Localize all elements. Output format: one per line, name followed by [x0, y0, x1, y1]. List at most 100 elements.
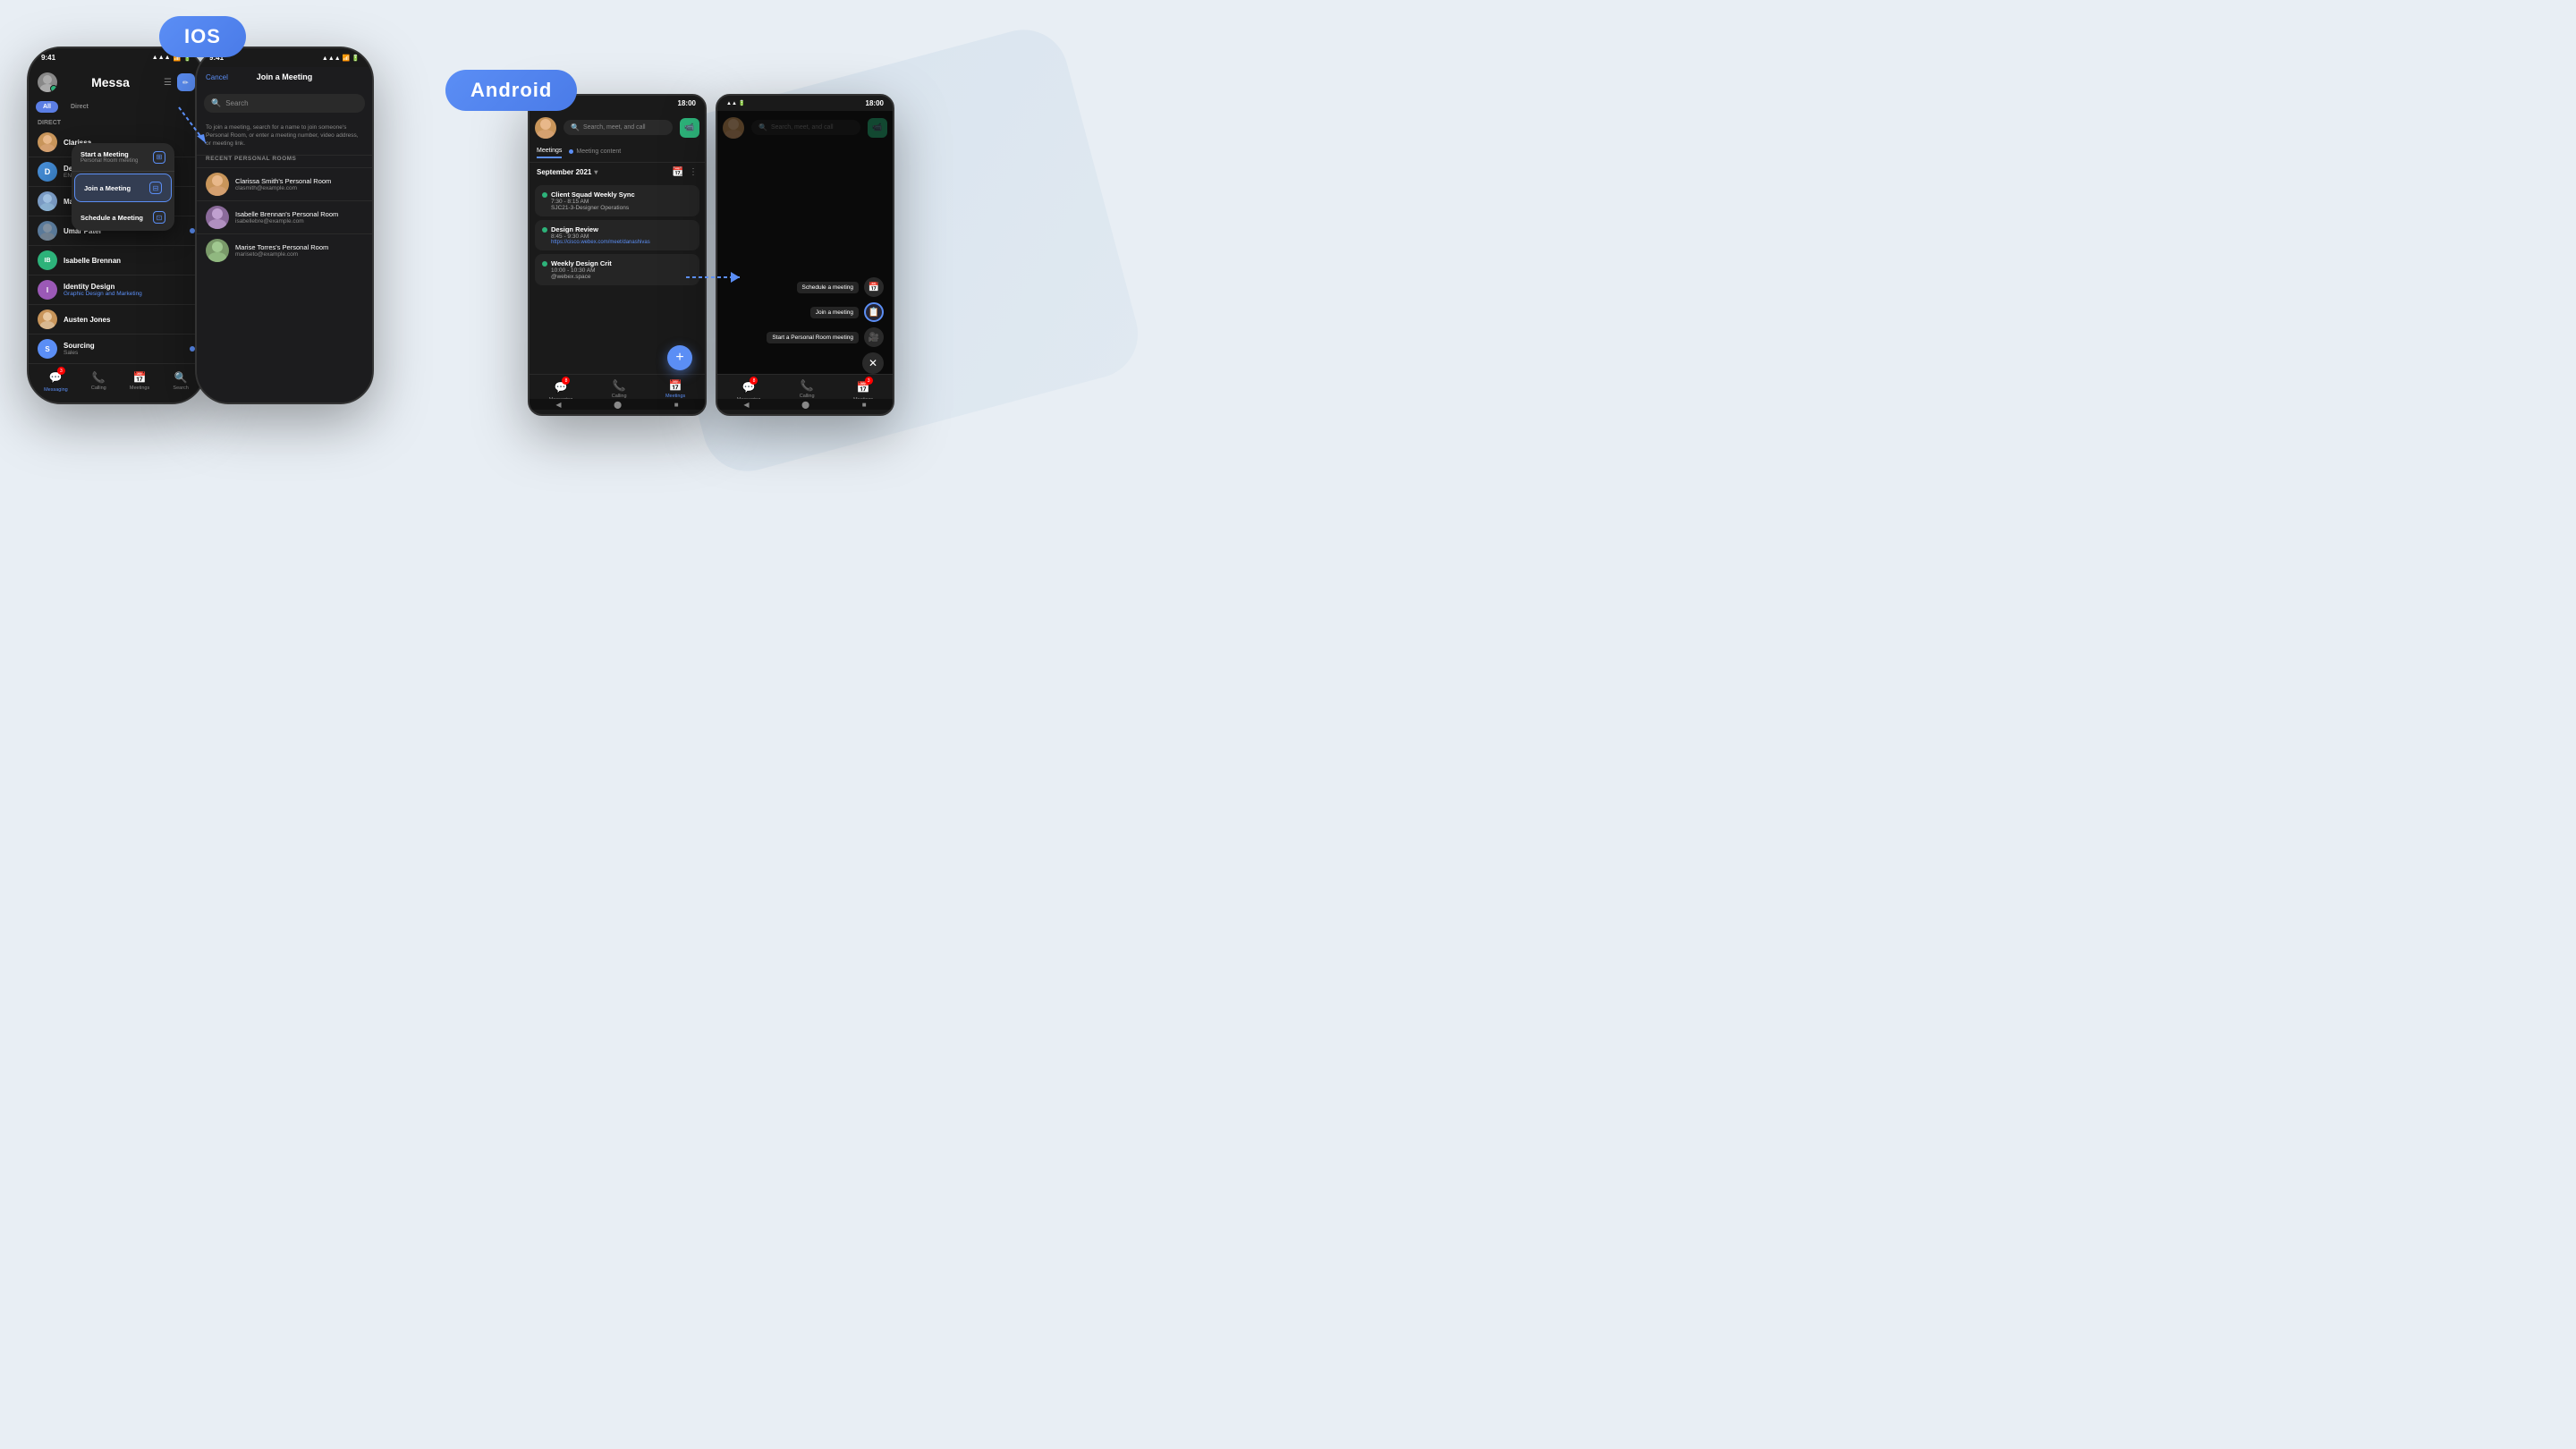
android-header-1: 🔍 Search, meet, and call 📹: [530, 111, 705, 144]
recent-info-clarissa: Clarissa Smith's Personal Room clasmith@…: [235, 177, 331, 191]
conv-avatar-umar: [38, 221, 57, 241]
ios-phone-2: 9:41 ▲▲▲ 📶 🔋 Cancel Join a Meeting 🔍 Sea…: [195, 47, 374, 404]
meeting-title-2: Design Review: [542, 225, 692, 233]
meeting-sub-1: SJC21-3-Designer Operations: [551, 205, 692, 211]
conv-avatar-devel: D: [38, 162, 57, 182]
home-button-1[interactable]: ⬤: [614, 401, 622, 409]
android-messaging-icon-wrap: 💬 8: [555, 379, 568, 395]
android-messaging-badge-2: 8: [750, 377, 758, 385]
meeting-time-3: 10:00 - 10:30 AM: [551, 267, 692, 274]
more-icon[interactable]: ⋮: [689, 167, 698, 177]
android-meetings-badge-2: 3: [865, 377, 873, 385]
nav-meetings-1[interactable]: 📅 Meetings: [130, 371, 149, 391]
ios-badge: IOS: [159, 16, 246, 57]
month-icons: 📆 ⋮: [673, 167, 698, 177]
header-icons: ☰ ✏: [164, 73, 195, 91]
messaging-header: Messa ☰ ✏: [29, 67, 204, 97]
meeting-time-2: 8:45 - 9:30 AM: [551, 233, 692, 240]
fab-close-button[interactable]: ✕: [862, 352, 884, 374]
conv-info-austen: Austen Jones: [64, 316, 195, 324]
user-avatar[interactable]: [38, 72, 57, 92]
android-meetings-icon-1: 📅: [669, 379, 682, 392]
schedule-meeting-item[interactable]: Schedule a Meeting ⊡: [72, 204, 174, 231]
nav-messaging-icon-wrap: 💬 3: [49, 369, 63, 386]
tab-meetings[interactable]: Meetings: [537, 148, 562, 158]
start-room-action-label: Start a Personal Room meeting: [767, 332, 859, 343]
join-meeting-action[interactable]: Join a meeting 📋: [767, 302, 884, 322]
conv-info-sourcing: Sourcing Sales: [64, 342, 195, 356]
month-text: September 2021: [537, 168, 591, 176]
filter-direct[interactable]: Direct: [64, 101, 96, 113]
chevron-down-icon[interactable]: ▾: [594, 168, 597, 176]
video-button-android-1[interactable]: 📹: [680, 118, 699, 138]
recent-marise[interactable]: Marise Torres's Personal Room mariseto@e…: [197, 233, 372, 267]
android-meetings-icon-wrap-2: 📅 3: [857, 379, 870, 395]
compose-icon[interactable]: ✏: [177, 73, 195, 91]
join-meeting-item[interactable]: Join a Meeting ⊟: [74, 174, 172, 202]
meeting-card-1[interactable]: Client Squad Weekly Sync 7:30 - 8:15 AM …: [535, 185, 699, 216]
menu-icon[interactable]: ☰: [164, 78, 172, 88]
nav-messaging-1[interactable]: 💬 3 Messaging: [44, 369, 68, 393]
conv-avatar-austen: [38, 309, 57, 329]
month-header: September 2021 ▾ 📆 ⋮: [530, 163, 705, 182]
start-meeting-icon: ⊞: [153, 151, 165, 164]
messaging-title: Messa: [91, 75, 130, 89]
messaging-badge: 3: [57, 367, 65, 375]
recent-clarissa[interactable]: Clarissa Smith's Personal Room clasmith@…: [197, 167, 372, 200]
schedule-action-label: Schedule a meeting: [797, 282, 859, 293]
start-meeting-item[interactable]: Start a Meeting Personal Room meeting ⊞: [72, 143, 174, 172]
join-search-bar[interactable]: 🔍 Search: [204, 94, 365, 113]
conv-sourcing[interactable]: S Sourcing Sales: [29, 335, 204, 364]
schedule-meeting-icon: ⊡: [153, 211, 165, 224]
join-meeting-title: Join a Meeting: [257, 72, 313, 81]
meeting-name-3: Weekly Design Crit: [551, 259, 612, 267]
conv-avatar-identity: I: [38, 280, 57, 300]
action-dropdown: Start a Meeting Personal Room meeting ⊞ …: [72, 143, 174, 231]
recents-button-1[interactable]: ■: [674, 401, 679, 409]
calendar-icon[interactable]: 📆: [673, 167, 683, 177]
nav-calling-1[interactable]: 📞 Calling: [91, 371, 106, 391]
meeting-card-2[interactable]: Design Review 8:45 - 9:30 AM https://cis…: [535, 220, 699, 250]
status-bar-android-2: ▲▲ 🔋 18:00: [717, 96, 893, 111]
join-action-btn[interactable]: 📋: [864, 302, 884, 322]
join-header: Cancel Join a Meeting: [197, 67, 372, 87]
join-meeting-label: Join a Meeting: [84, 184, 131, 192]
conv-sub-identity: Graphic Design and Marketing: [64, 291, 195, 297]
back-button-2[interactable]: ◀: [743, 401, 749, 409]
recents-button-2[interactable]: ■: [862, 401, 867, 409]
recent-name-marise: Marise Torres's Personal Room: [235, 243, 328, 251]
conv-isabelle[interactable]: IB Isabelle Brennan: [29, 246, 204, 275]
nav-search-1[interactable]: 🔍 Search: [173, 371, 188, 391]
time-1: 9:41: [41, 54, 55, 62]
conv-austen[interactable]: Austen Jones: [29, 305, 204, 335]
schedule-action-btn[interactable]: 📅: [864, 277, 884, 297]
recent-isabelle[interactable]: Isabelle Brennan's Personal Room isabell…: [197, 200, 372, 233]
android-phone-1: ▲▲ 🔋 18:00 🔍 Search, meet, and call 📹 Me…: [528, 94, 707, 416]
tab-meeting-content[interactable]: Meeting content: [569, 148, 621, 158]
start-meeting-label: Start a Meeting: [80, 150, 138, 158]
start-room-action[interactable]: Start a Personal Room meeting 🎥: [767, 327, 884, 347]
home-button-2[interactable]: ⬤: [801, 401, 809, 409]
conv-identity[interactable]: I Identity Design Graphic Design and Mar…: [29, 275, 204, 305]
cancel-button[interactable]: Cancel: [206, 73, 228, 81]
filter-all[interactable]: All: [36, 101, 58, 113]
conv-info-isabelle: Isabelle Brennan: [64, 257, 195, 265]
recent-name-clarissa: Clarissa Smith's Personal Room: [235, 177, 331, 185]
meeting-card-3[interactable]: Weekly Design Crit 10:00 - 10:30 AM @web…: [535, 254, 699, 285]
calling-icon: 📞: [92, 371, 106, 384]
android-search-bar-1[interactable]: 🔍 Search, meet, and call: [564, 120, 673, 135]
conv-avatar-matthew: [38, 191, 57, 211]
search-placeholder: Search: [225, 99, 248, 107]
back-button-1[interactable]: ◀: [555, 401, 561, 409]
start-meeting-text: Start a Meeting Personal Room meeting: [80, 150, 138, 164]
fab-button-android-1[interactable]: +: [667, 345, 692, 370]
schedule-meeting-action[interactable]: Schedule a meeting 📅: [767, 277, 884, 297]
android-messaging-badge-1: 8: [562, 377, 570, 385]
android-signal-2: ▲▲ 🔋: [726, 100, 745, 106]
search-icon-android: 🔍: [571, 123, 580, 131]
fab-expanded-menu: Schedule a meeting 📅 Join a meeting 📋 St…: [767, 277, 884, 374]
start-room-action-btn[interactable]: 🎥: [864, 327, 884, 347]
android-messaging-icon-wrap-2: 💬 8: [742, 379, 756, 395]
nav-calling-label-1: Calling: [91, 386, 106, 391]
android-user-avatar-1[interactable]: [535, 117, 556, 139]
